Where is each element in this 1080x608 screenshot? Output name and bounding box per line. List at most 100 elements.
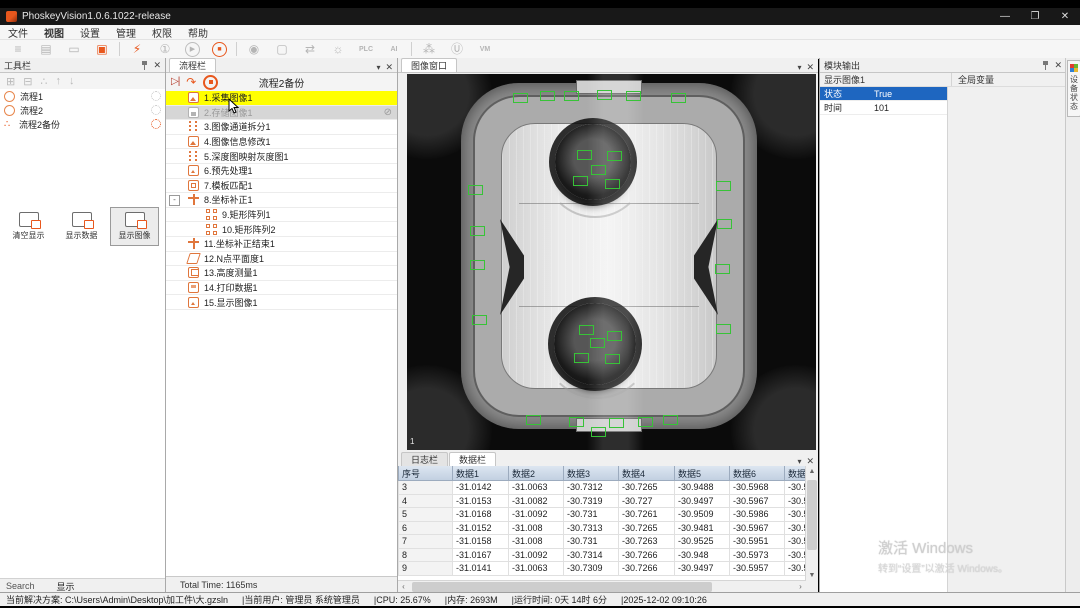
transfer-icon[interactable]: ⇄: [302, 42, 318, 57]
remove-flow-icon[interactable]: ⊟: [23, 75, 32, 88]
menu-item[interactable]: 文件: [0, 25, 36, 40]
table-row[interactable]: 6-31.0152-31.008-30.7313-30.7265-30.9481…: [399, 521, 807, 535]
flow-step[interactable]: 2.存储图像1⊘: [166, 106, 397, 121]
column-header[interactable]: 数据6: [730, 466, 785, 481]
permission-icon[interactable]: Ⓤ: [449, 42, 465, 57]
table-row[interactable]: 4-31.0153-31.0082-30.7319-30.727-30.9497…: [399, 494, 807, 508]
column-header[interactable]: 数据2: [509, 466, 564, 481]
column-header[interactable]: 数据3: [564, 466, 619, 481]
table-cell: -31.0167: [453, 548, 509, 562]
close-panel-icon[interactable]: ✕: [806, 457, 814, 466]
edit-flow-icon[interactable]: ▤: [38, 42, 54, 57]
column-header[interactable]: 数据4: [619, 466, 675, 481]
column-header[interactable]: 序号: [399, 466, 453, 481]
table-row[interactable]: 8-31.0167-31.0092-30.7314-30.7266-30.948…: [399, 548, 807, 562]
display-label[interactable]: 显示: [57, 580, 75, 593]
search-label[interactable]: Search: [6, 581, 35, 591]
flow-step[interactable]: 3.图像通道拆分1: [166, 120, 397, 135]
stop-icon[interactable]: ■: [212, 42, 227, 57]
run-to-end-icon[interactable]: ▷|: [171, 77, 179, 87]
users-icon[interactable]: ⁂: [421, 42, 437, 57]
flow-step[interactable]: 6.预先处理1: [166, 164, 397, 179]
tab-log-bar[interactable]: 日志栏: [401, 452, 448, 466]
table-row[interactable]: 3-31.0142-31.0063-30.7312-30.7265-30.948…: [399, 481, 807, 495]
quick-run-icon[interactable]: ⚡: [129, 42, 145, 57]
scroll-up-icon[interactable]: ▲: [806, 466, 818, 477]
open-folder-icon[interactable]: ▭: [66, 42, 82, 57]
flow-step[interactable]: 4.图像信息修改1: [166, 135, 397, 150]
save-icon[interactable]: ▣: [94, 42, 110, 57]
add-flow-icon[interactable]: ⊞: [6, 75, 15, 88]
table-cell: 9: [399, 562, 453, 576]
show-data-button[interactable]: 显示数据: [57, 207, 106, 246]
pin-icon[interactable]: [1042, 61, 1049, 70]
chevron-down-icon[interactable]: ▾: [797, 64, 801, 72]
tab-device-status[interactable]: 设备状态: [1067, 60, 1080, 117]
rerun-icon[interactable]: ↷: [186, 76, 196, 88]
menu-item[interactable]: 设置: [72, 25, 108, 40]
flow-list-icon[interactable]: ≡: [10, 42, 26, 57]
vertical-scrollbar[interactable]: ▲ ▼: [805, 466, 818, 581]
run-loop-icon[interactable]: ▶: [185, 42, 200, 57]
flow-list-item[interactable]: 流程2: [0, 103, 165, 117]
flow-step[interactable]: 5.深度图映射灰度图1: [166, 149, 397, 164]
pin-icon[interactable]: [141, 61, 148, 70]
close-panel-icon[interactable]: ✕: [385, 63, 393, 72]
flow-step[interactable]: -8.坐标补正1: [166, 193, 397, 208]
chevron-down-icon[interactable]: ▾: [797, 458, 801, 466]
table-row[interactable]: 7-31.0158-31.008-30.731-30.7263-30.9525-…: [399, 535, 807, 549]
flow-step[interactable]: 1.采集图像1: [166, 91, 397, 106]
run-once-icon[interactable]: ①: [157, 42, 173, 57]
output-row[interactable]: 时间101: [820, 101, 947, 115]
plc-icon[interactable]: PLC: [358, 42, 374, 57]
maximize-button[interactable]: ❐: [1020, 11, 1050, 22]
clear-display-button[interactable]: 清空显示: [4, 207, 53, 246]
minimize-button[interactable]: —: [990, 11, 1020, 22]
show-image-button[interactable]: 显示图像: [110, 207, 159, 246]
menu-item[interactable]: 管理: [108, 25, 144, 40]
branch-flow-icon[interactable]: ∴: [40, 75, 47, 88]
stop-flow-icon[interactable]: [203, 75, 218, 90]
table-row[interactable]: 9-31.0141-31.0063-30.7309-30.7266-30.949…: [399, 562, 807, 576]
image-viewport[interactable]: 1: [407, 74, 816, 450]
close-panel-icon[interactable]: ✕: [153, 61, 161, 70]
flow-step[interactable]: 9.矩形阵列1: [166, 208, 397, 223]
tab-image-window[interactable]: 图像窗口: [401, 58, 457, 72]
flow-step[interactable]: 12.N点平面度1: [166, 252, 397, 267]
flow-step[interactable]: 7.模板匹配1: [166, 179, 397, 194]
panel-header-tools: ▾✕: [797, 457, 818, 466]
flow-step[interactable]: 11.坐标补正结束1: [166, 237, 397, 252]
scroll-down-icon[interactable]: ▼: [806, 570, 818, 581]
move-down-icon[interactable]: ↓: [69, 75, 75, 87]
close-button[interactable]: ✕: [1050, 11, 1080, 22]
output-row[interactable]: 状态True: [820, 87, 947, 101]
table-row[interactable]: 5-31.0168-31.0092-30.731-30.7261-30.9509…: [399, 508, 807, 522]
chevron-down-icon[interactable]: ▾: [376, 64, 380, 72]
close-panel-icon[interactable]: ✕: [1054, 61, 1062, 70]
detection-box: [716, 181, 731, 191]
close-panel-icon[interactable]: ✕: [806, 63, 814, 72]
flow-list-item[interactable]: ∴流程2备份: [0, 117, 165, 131]
flow-step[interactable]: 10.矩形阵列2: [166, 222, 397, 237]
tab-flow-bar[interactable]: 流程栏: [169, 58, 216, 72]
move-up-icon[interactable]: ↑: [55, 75, 61, 87]
tree-collapse-icon[interactable]: -: [169, 195, 180, 206]
data-table[interactable]: 序号数据1数据2数据3数据4数据5数据6数据73-31.0142-31.0063…: [398, 466, 806, 581]
column-header[interactable]: 数据7: [785, 466, 807, 481]
camera-icon[interactable]: ◉: [246, 42, 262, 57]
menu-item[interactable]: 权限: [144, 25, 180, 40]
menu-item[interactable]: 视图: [36, 25, 72, 40]
flow-step[interactable]: 14.打印数据1: [166, 281, 397, 296]
flow-list-item[interactable]: 流程1: [0, 89, 165, 103]
ai-icon[interactable]: AI: [386, 42, 402, 57]
flow-step[interactable]: 15.显示图像1: [166, 295, 397, 310]
column-header[interactable]: 数据5: [675, 466, 730, 481]
flow-step[interactable]: 13.高度测量1: [166, 266, 397, 281]
display-icon[interactable]: ▢: [274, 42, 290, 57]
menu-item[interactable]: 帮助: [180, 25, 216, 40]
column-header[interactable]: 数据1: [453, 466, 509, 481]
table-cell: 4: [399, 494, 453, 508]
vm-icon[interactable]: VM: [477, 42, 493, 57]
tab-data-bar[interactable]: 数据栏: [449, 452, 496, 466]
light-source-icon[interactable]: ☼: [330, 42, 346, 57]
